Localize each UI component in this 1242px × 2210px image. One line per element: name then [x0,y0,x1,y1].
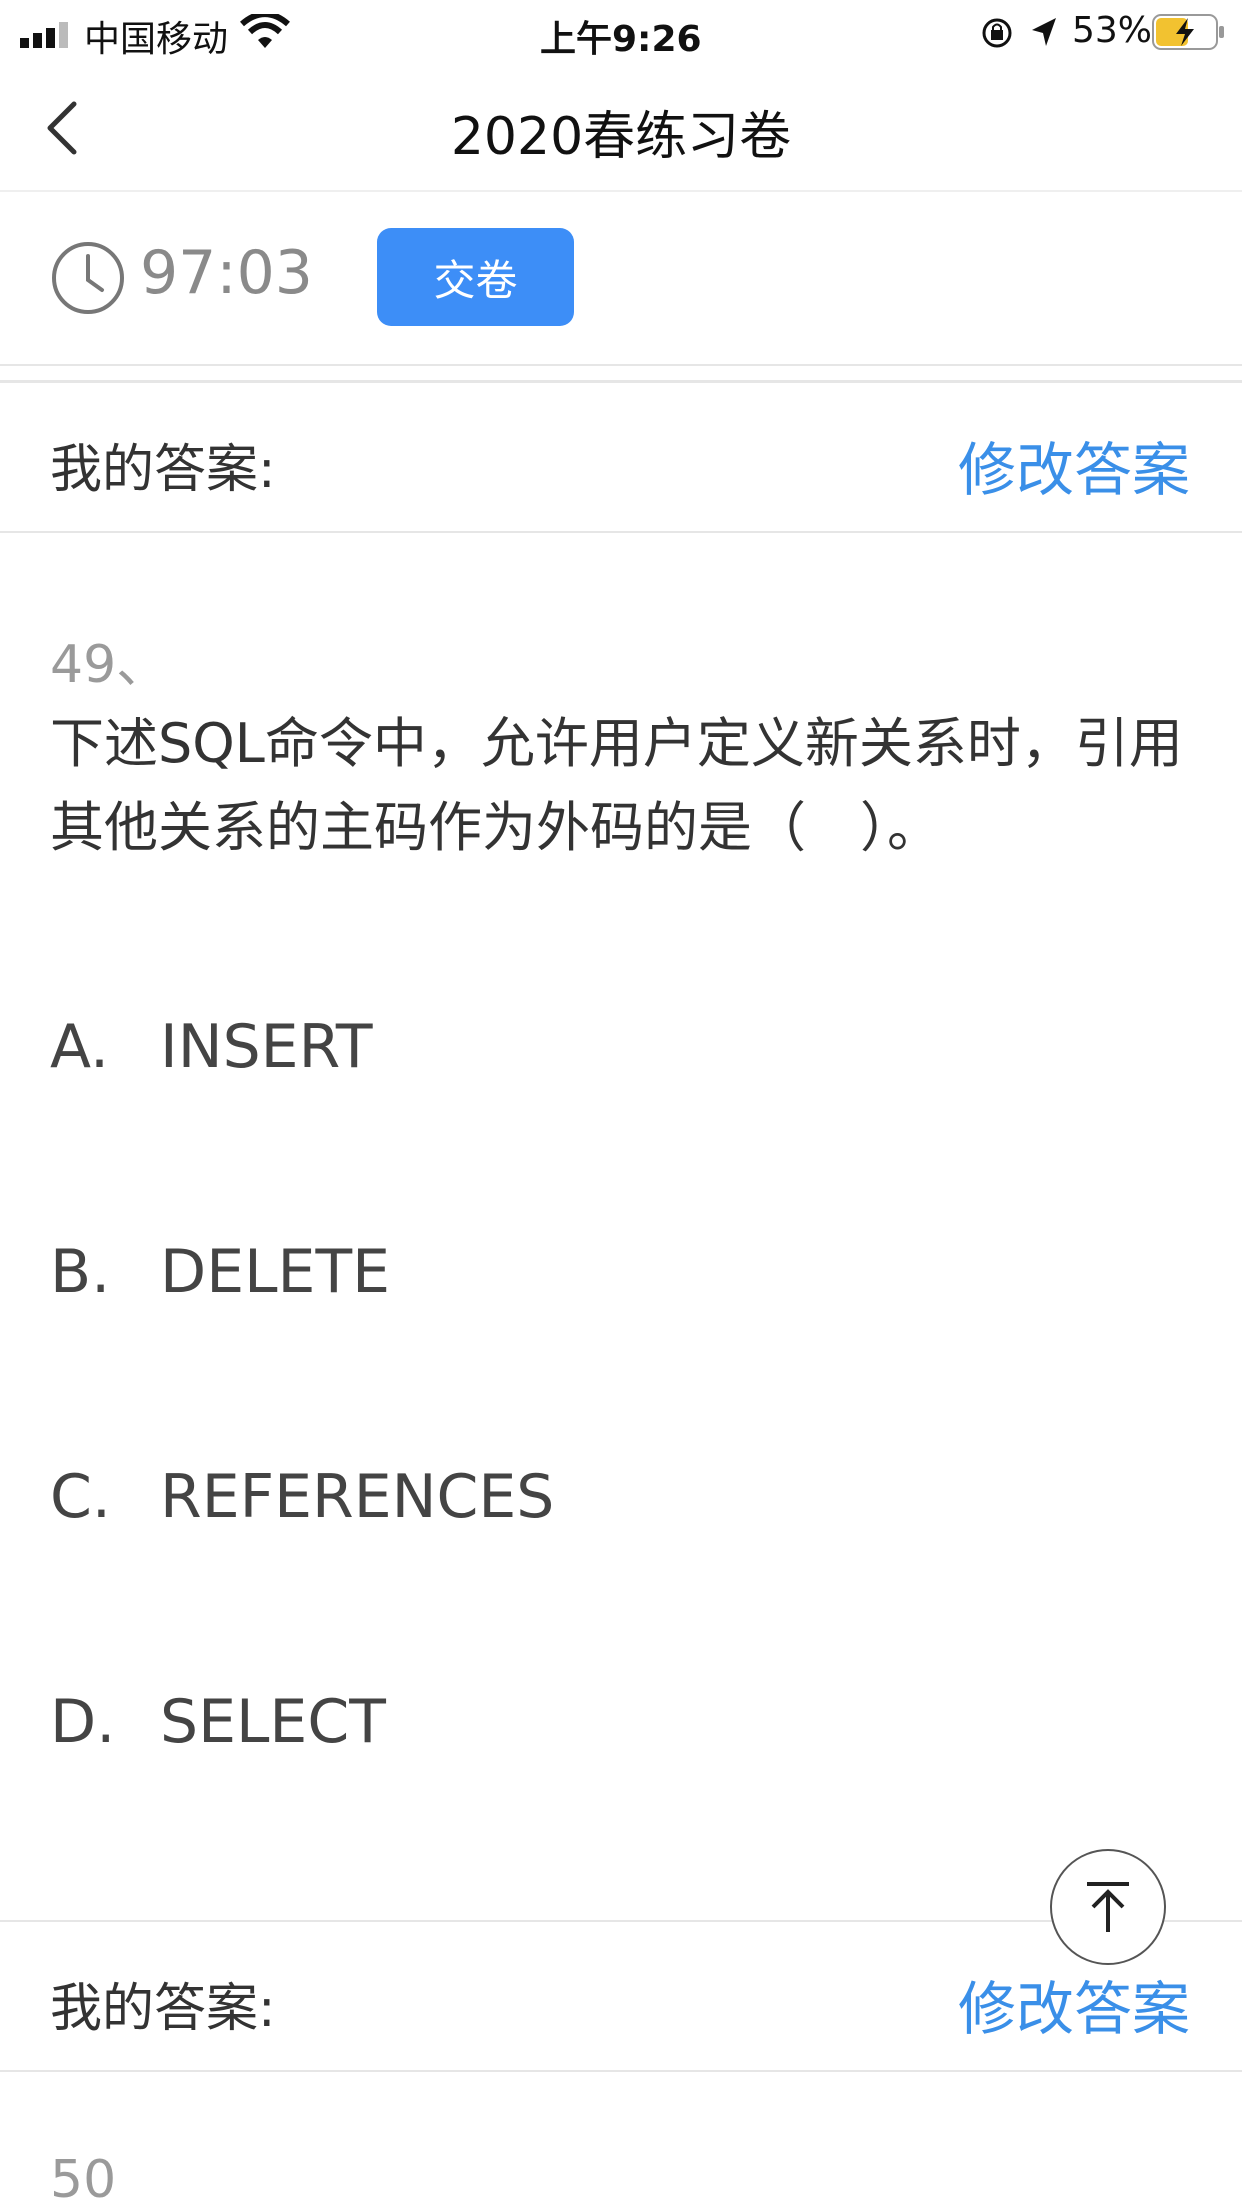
nav-bar: 2020春练习卷 [0,62,1242,192]
scroll-top-icon [1087,1882,1129,1932]
battery-percent: 53% [1072,10,1153,51]
question-number: 50 [50,2150,117,2210]
option-letter: D. [50,1687,116,1757]
answer-bar: 我的答案: 修改答案 [0,1920,1242,2072]
option-letter: A. [50,1012,110,1082]
edit-answer-link[interactable]: 修改答案 [958,423,1190,507]
question-number: 49、 [50,635,169,695]
scroll-top-button[interactable] [1050,1849,1166,1965]
status-bar: 中国移动 上午9:26 53% [0,0,1242,62]
option-b[interactable]: B. DELETE [50,1237,390,1307]
option-text: REFERENCES [160,1462,555,1532]
status-time: 上午9:26 [540,19,702,60]
option-letter: C. [50,1462,111,1532]
wifi-icon [240,14,290,48]
battery-icon [1152,14,1224,50]
option-letter: B. [50,1237,111,1307]
location-icon [1032,18,1056,46]
clock-icon [52,242,124,314]
orientation-lock-icon [982,18,1012,48]
edit-answer-link[interactable]: 修改答案 [958,1962,1190,2046]
option-text: DELETE [160,1237,391,1307]
answer-label: 我的答案: [50,1979,276,2039]
timer-row: 97:03 交卷 [0,192,1242,366]
option-text: SELECT [160,1687,386,1757]
option-d[interactable]: D. SELECT [50,1687,386,1757]
signal-icon [20,22,68,48]
option-a[interactable]: A. INSERT [50,1012,373,1082]
question-text: 下述SQL命令中，允许用户定义新关系时，引用其他关系的主码作为外码的是（ ）。 [50,712,1183,859]
carrier-name: 中国移动 [84,19,229,60]
submit-button[interactable]: 交卷 [377,228,574,326]
option-c[interactable]: C. REFERENCES [50,1462,554,1532]
timer-value: 97:03 [140,238,313,308]
option-text: INSERT [160,1012,373,1082]
page-title: 2020春练习卷 [450,107,792,167]
answer-bar: 我的答案: 修改答案 [0,383,1242,533]
answer-label: 我的答案: [50,440,276,500]
